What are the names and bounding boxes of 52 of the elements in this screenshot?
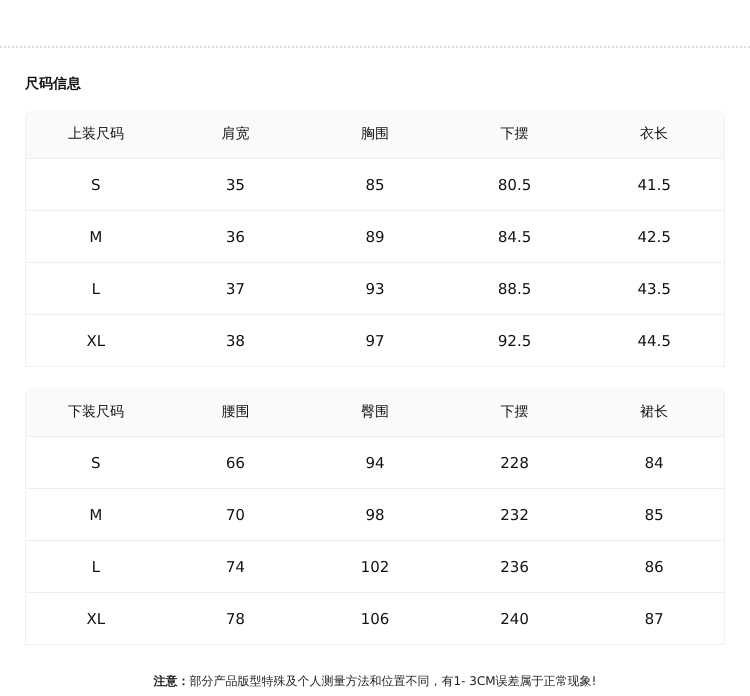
- table-cell-text: 80.5: [496, 174, 532, 196]
- table-cell-text: 92.5: [496, 330, 532, 352]
- table-cell-text: 236: [499, 556, 530, 578]
- table-cell-text: 97: [364, 330, 386, 352]
- table-cell-text: 78: [224, 608, 246, 630]
- column-header: 裙长: [639, 403, 670, 422]
- table-cell-text: XL: [85, 608, 106, 630]
- table-cell-text: 88.5: [496, 278, 532, 300]
- table-cell-text: 85: [364, 174, 386, 196]
- table-cell-text: 44.5: [636, 330, 672, 352]
- table-cell-text: 240: [499, 608, 530, 630]
- column-header: 下装尺码: [66, 403, 125, 422]
- table-cell-text: 93: [364, 278, 386, 300]
- section-title: 尺码信息: [25, 75, 82, 94]
- table-cell-text: 35: [224, 174, 246, 196]
- table-cell-text: 38: [224, 330, 246, 352]
- column-header: 下摆: [500, 403, 530, 422]
- table-cell-text: XL: [85, 330, 106, 352]
- table-cell-text: M: [88, 504, 104, 526]
- column-header: 胸围: [360, 125, 390, 144]
- table-cell-text: 94: [364, 452, 386, 474]
- table-cell-text: 102: [360, 556, 390, 578]
- table-cell-text: 106: [360, 608, 390, 630]
- table-cell-text: 228: [499, 452, 530, 474]
- table-cell-text: 36: [224, 226, 246, 248]
- column-header: 臀围: [360, 403, 390, 422]
- table-cell-text: 74: [224, 556, 246, 578]
- table-cell-text: 85: [644, 504, 665, 526]
- table-cell-text: S: [90, 174, 102, 196]
- column-header: 肩宽: [220, 125, 250, 144]
- table-cell-text: 89: [364, 226, 386, 248]
- table-cell-text: 86: [644, 556, 665, 578]
- table-cell-text: 66: [224, 452, 246, 474]
- table-cell-text: 84.5: [496, 226, 532, 248]
- table-cell-text: 87: [644, 608, 665, 630]
- column-header: 腰围: [220, 403, 250, 422]
- table-cell-text: S: [90, 452, 102, 474]
- column-header: 下摆: [500, 125, 530, 144]
- table-cell-text: 98: [364, 504, 386, 526]
- note-text: 注意：部分产品版型特殊及个人测量方法和位置不同，有1- 3CM误差属于正常现象!: [152, 673, 598, 690]
- table-cell-text: 232: [499, 504, 530, 526]
- table-cell-text: 41.5: [636, 174, 672, 196]
- table-cell-text: L: [90, 278, 101, 300]
- table-cell-text: 70: [224, 504, 246, 526]
- table-cell-text: 37: [224, 278, 246, 300]
- table-cell-text: L: [90, 556, 101, 578]
- table-cell-text: 84: [644, 452, 665, 474]
- table-cell-text: 42.5: [636, 226, 672, 248]
- table-cell-text: M: [88, 226, 104, 248]
- column-header: 衣长: [639, 125, 670, 144]
- column-header: 上装尺码: [66, 125, 125, 144]
- table-cell-text: 43.5: [636, 278, 672, 300]
